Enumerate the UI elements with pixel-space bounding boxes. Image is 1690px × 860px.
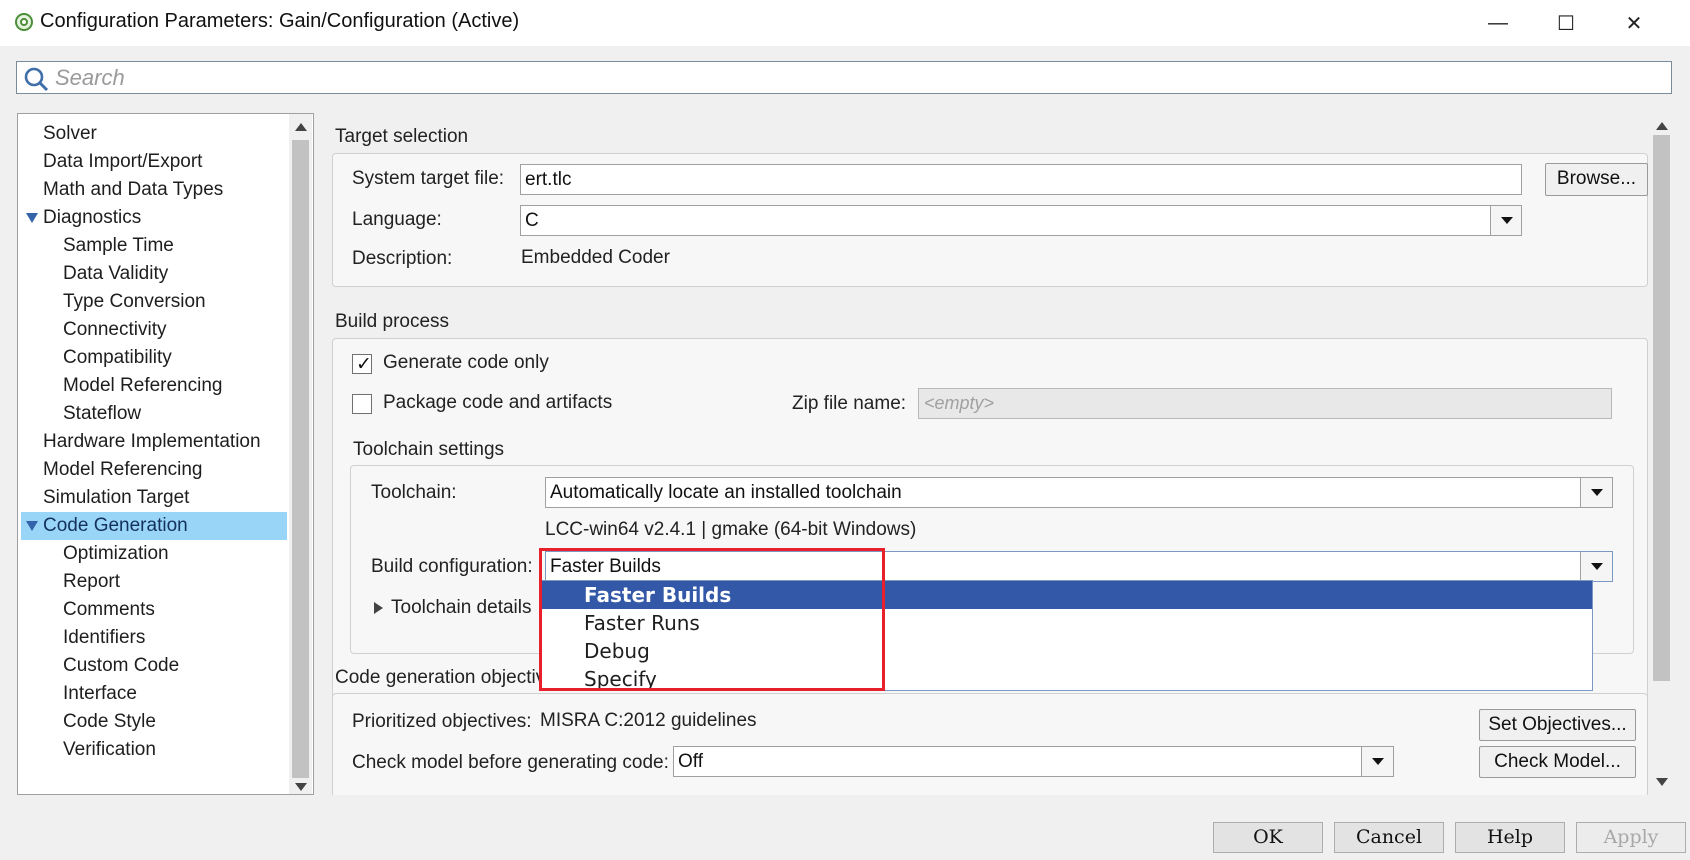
chevron-down-icon: [1591, 489, 1603, 496]
objectives-panel: [332, 693, 1648, 795]
tree-item-optimization[interactable]: Optimization: [63, 540, 169, 568]
build-configuration-label: Build configuration:: [371, 556, 533, 577]
check-model-label: Check model before generating code:: [352, 752, 669, 773]
checkmark-icon: ✓: [356, 353, 372, 375]
tree-item-data-validity[interactable]: Data Validity: [63, 260, 168, 288]
package-code-label: Package code and artifacts: [383, 392, 613, 413]
apply-button[interactable]: Apply: [1576, 822, 1686, 853]
tree-item-label: Code Generation: [43, 515, 188, 536]
maximize-icon: ☐: [1557, 12, 1575, 35]
minimize-icon: —: [1488, 11, 1508, 34]
tree-item-solver[interactable]: Solver: [43, 120, 97, 148]
tree-item-math-data-types[interactable]: Math and Data Types: [43, 176, 223, 204]
tree-item-verification[interactable]: Verification: [63, 736, 156, 764]
chevron-down-icon: [1591, 563, 1603, 570]
build-configuration-dropdown-button[interactable]: [1580, 552, 1612, 581]
description-label: Description:: [352, 248, 453, 269]
tree-item-comments[interactable]: Comments: [63, 596, 155, 624]
search-icon: [24, 67, 49, 92]
build-configuration-value: Faster Builds: [550, 556, 661, 577]
tree-item-diagnostics[interactable]: Diagnostics: [18, 204, 288, 232]
build-configuration-select[interactable]: Faster Builds: [545, 551, 1613, 582]
tree-item-custom-code[interactable]: Custom Code: [63, 652, 179, 680]
browse-button[interactable]: Browse...: [1545, 163, 1648, 196]
set-objectives-button[interactable]: Set Objectives...: [1479, 709, 1636, 741]
tree-item-identifiers[interactable]: Identifiers: [63, 624, 145, 652]
objectives-heading: Code generation objectives: [335, 667, 566, 688]
option-specify[interactable]: Specify: [541, 665, 1592, 693]
toolchain-select[interactable]: Automatically locate an installed toolch…: [545, 477, 1613, 508]
expand-arrow-icon[interactable]: [374, 602, 383, 614]
tree-item-report[interactable]: Report: [63, 568, 120, 596]
cancel-button[interactable]: Cancel: [1334, 822, 1444, 853]
window-title: Configuration Parameters: Gain/Configura…: [40, 10, 520, 32]
chevron-down-icon: [1372, 758, 1384, 765]
option-faster-runs[interactable]: Faster Runs: [541, 609, 1592, 637]
description-value: Embedded Coder: [521, 247, 670, 268]
tree-item-type-conversion[interactable]: Type Conversion: [63, 288, 206, 316]
tree-item-model-referencing[interactable]: Model Referencing: [43, 456, 202, 484]
simulink-gear-icon: [15, 13, 33, 31]
tree-item-connectivity[interactable]: Connectivity: [63, 316, 167, 344]
title-bar: Configuration Parameters: Gain/Configura…: [0, 0, 1690, 46]
tree-item-simulation-target[interactable]: Simulation Target: [43, 484, 189, 512]
search-placeholder: Search: [55, 65, 125, 90]
option-faster-builds[interactable]: Faster Builds: [541, 581, 1592, 609]
check-model-select[interactable]: Off: [673, 746, 1394, 777]
language-dropdown-button[interactable]: [1490, 206, 1521, 235]
toolchain-value: Automatically locate an installed toolch…: [550, 482, 902, 503]
expand-triangle-icon[interactable]: [26, 521, 38, 531]
tree-item-data-import-export[interactable]: Data Import/Export: [43, 148, 202, 176]
system-target-file-label: System target file:: [352, 168, 505, 189]
minimize-button[interactable]: —: [1468, 4, 1528, 42]
scroll-up-icon[interactable]: [1656, 122, 1668, 130]
tree-item-stateflow[interactable]: Stateflow: [63, 400, 141, 428]
tree-scrollbar-thumb[interactable]: [292, 140, 309, 778]
package-code-checkbox[interactable]: [352, 394, 372, 414]
close-icon: ✕: [1625, 12, 1643, 35]
category-tree: Solver Data Import/Export Math and Data …: [17, 113, 314, 795]
check-model-value: Off: [678, 751, 703, 772]
tree-item-code-generation[interactable]: Code Generation: [21, 512, 287, 540]
tree-item-hardware-implementation[interactable]: Hardware Implementation: [43, 428, 261, 456]
system-target-file-input[interactable]: ert.tlc: [520, 164, 1522, 195]
prioritized-objectives-value: MISRA C:2012 guidelines: [540, 710, 757, 731]
language-label: Language:: [352, 209, 442, 230]
tree-item-code-style[interactable]: Code Style: [63, 708, 156, 736]
scroll-down-icon[interactable]: [295, 783, 307, 791]
help-button[interactable]: Help: [1455, 822, 1565, 853]
toolchain-dropdown-button[interactable]: [1580, 478, 1612, 507]
build-process-heading: Build process: [335, 311, 450, 332]
generate-code-only-label: Generate code only: [383, 352, 549, 373]
zip-file-name-input: <empty>: [918, 388, 1612, 419]
scroll-down-icon[interactable]: [1656, 778, 1668, 786]
check-model-dropdown-button[interactable]: [1361, 747, 1393, 776]
ok-button[interactable]: OK: [1213, 822, 1323, 853]
build-configuration-options: Faster Builds Faster Runs Debug Specify: [540, 580, 1593, 691]
close-button[interactable]: ✕: [1604, 4, 1664, 42]
settings-scrollbar-thumb[interactable]: [1653, 135, 1670, 681]
generate-code-only-checkbox[interactable]: ✓: [352, 353, 372, 375]
toolchain-details-toggle[interactable]: Toolchain details: [391, 597, 531, 619]
expand-triangle-icon[interactable]: [26, 213, 38, 223]
option-debug[interactable]: Debug: [541, 637, 1592, 665]
toolchain-info: LCC-win64 v2.4.1 | gmake (64-bit Windows…: [545, 519, 917, 540]
search-input[interactable]: Search: [16, 61, 1672, 94]
language-select[interactable]: C: [520, 205, 1522, 236]
tree-item-compatibility[interactable]: Compatibility: [63, 344, 172, 372]
scroll-up-icon[interactable]: [295, 123, 307, 131]
check-model-button[interactable]: Check Model...: [1479, 746, 1636, 778]
tree-item-diag-model-referencing[interactable]: Model Referencing: [63, 372, 222, 400]
toolchain-settings-heading: Toolchain settings: [353, 439, 505, 460]
zip-file-name-label: Zip file name:: [792, 393, 907, 414]
chevron-down-icon: [1500, 217, 1513, 224]
target-selection-heading: Target selection: [335, 126, 469, 147]
tree-item-sample-time[interactable]: Sample Time: [63, 232, 174, 260]
tree-item-interface[interactable]: Interface: [63, 680, 137, 708]
language-value: C: [525, 210, 539, 231]
tree-item-label: Diagnostics: [43, 207, 142, 228]
maximize-button[interactable]: ☐: [1536, 4, 1596, 42]
prioritized-objectives-label: Prioritized objectives:: [352, 711, 532, 732]
toolchain-label: Toolchain:: [371, 482, 457, 503]
